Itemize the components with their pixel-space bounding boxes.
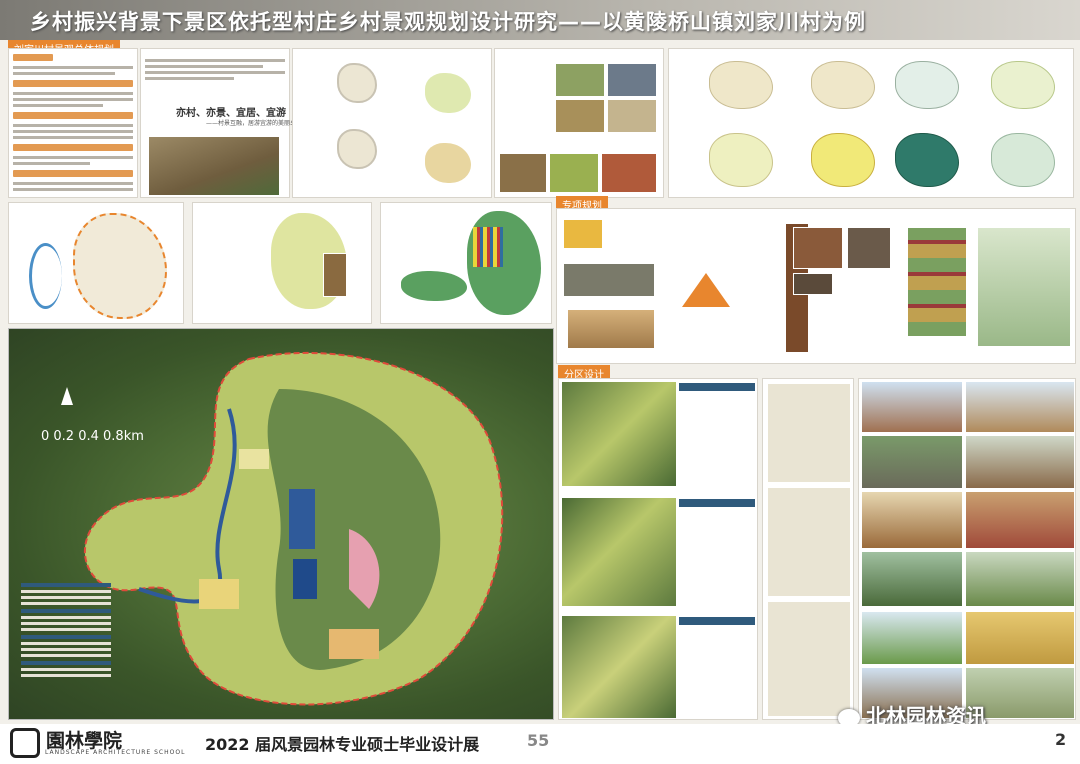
page-title: 乡村振兴背景下景区依托型村庄乡村景观规划设计研究——以黄陵桥山镇刘家川村为例	[30, 10, 866, 34]
photo-village-field	[149, 137, 279, 195]
photo-collage-panel	[494, 48, 664, 198]
master-plan-map: 0 0.2 0.4 0.8km	[8, 328, 554, 720]
analysis-map-grid	[668, 48, 1074, 198]
zone-detail-maps	[762, 378, 854, 720]
rendering-photos	[858, 378, 1076, 720]
title-banner: 乡村振兴背景下景区依托型村庄乡村景观规划设计研究——以黄陵桥山镇刘家川村为例	[0, 0, 1080, 40]
footer-logo-sub: LANDSCAPE ARCHITECTURE SCHOOL	[45, 749, 186, 756]
school-logo-icon	[10, 728, 40, 758]
landuse-diagram-panel	[192, 202, 372, 324]
village-plan-shape	[83, 351, 504, 706]
planting-diagram-panel	[380, 202, 552, 324]
zone-plan-maps	[558, 378, 758, 720]
strategy-diagram-panel	[292, 48, 492, 198]
concept-slogan: 亦村、亦景、宜居、宜游	[176, 108, 286, 119]
map-legend	[21, 579, 111, 719]
footer-exhibition-number: 55	[527, 731, 550, 750]
page-number: 2	[1055, 730, 1067, 749]
structure-diagram-panel	[8, 202, 184, 324]
north-arrow-icon	[61, 387, 73, 405]
concept-slogan-sub: ——村景互融，居游宜游的美丽乡村	[206, 120, 303, 127]
footer-exhibition: 2022 届风景园林专业硕士毕业设计展	[205, 735, 480, 754]
footer-bar: 園林學院 LANDSCAPE ARCHITECTURE SCHOOL 2022 …	[0, 724, 1080, 764]
special-planning-panel	[556, 208, 1076, 364]
left-text-column	[8, 48, 138, 198]
